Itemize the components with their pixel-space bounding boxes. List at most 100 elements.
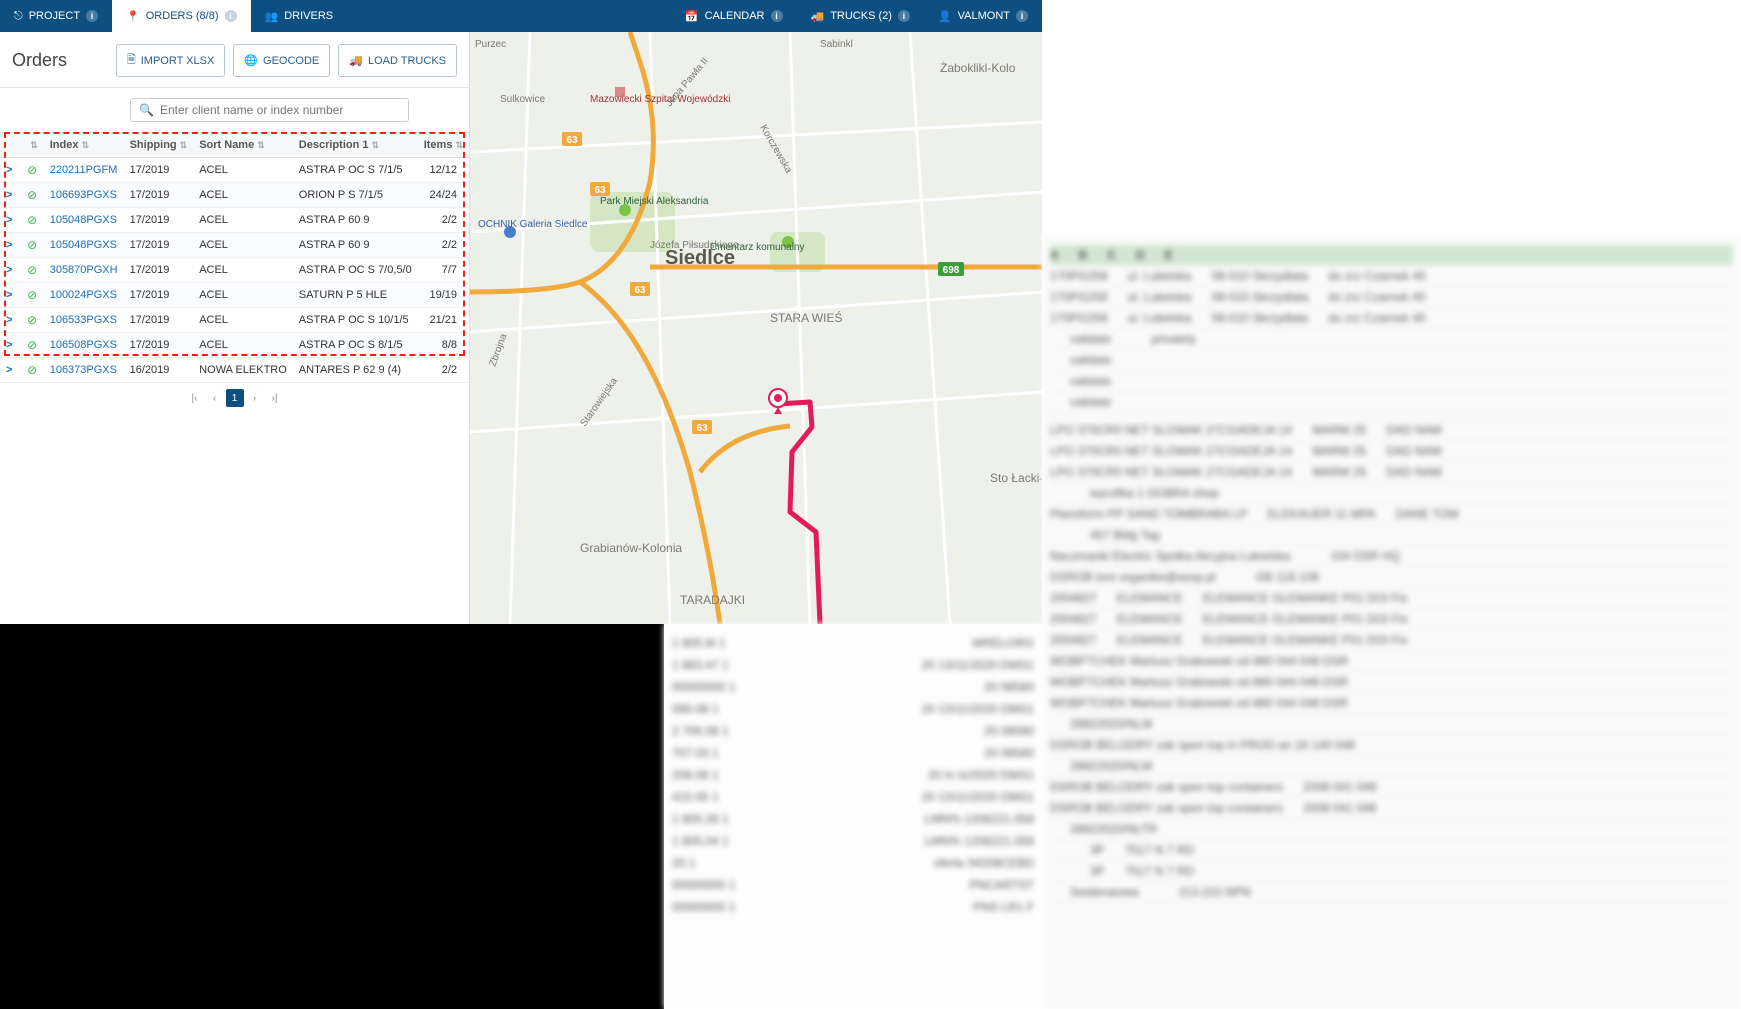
order-index-link[interactable]: 106373PGXS — [50, 364, 117, 376]
top-nav: ⎋ PROJECT i 📍 ORDERS (8/8) i 👥 DRIVERS 📅… — [0, 0, 1042, 32]
nav-project[interactable]: ⎋ PROJECT i — [0, 0, 112, 32]
app-window: ⎋ PROJECT i 📍 ORDERS (8/8) i 👥 DRIVERS 📅… — [0, 0, 1042, 624]
nav-trucks[interactable]: 🚚 TRUCKS (2) i — [797, 0, 924, 32]
nav-valmont[interactable]: 👤 VALMONT i — [924, 0, 1042, 32]
sort-icon: ⇅ — [180, 140, 188, 150]
import-label: IMPORT XLSX — [141, 55, 215, 67]
nav-orders[interactable]: 📍 ORDERS (8/8) i — [112, 0, 250, 32]
sort-icon: ⇅ — [371, 140, 379, 150]
cell-description: ORION P S 7/1/5 — [293, 183, 418, 208]
map-label: TARADAJKI — [680, 593, 745, 607]
import-xlsx-button[interactable]: 🗎IMPORT XLSX — [116, 44, 225, 77]
status-ok-icon: ⊘ — [27, 263, 37, 277]
status-ok-icon: ⊘ — [27, 213, 37, 227]
table-row[interactable]: >⊘106508PGXS17/2019ACELASTRA P OC S 8/1/… — [0, 333, 469, 358]
table-row[interactable]: >⊘106533PGXS17/2019ACELASTRA P OC S 10/1… — [0, 308, 469, 333]
cell-description: ASTRA P OC S 10/1/5 — [293, 308, 418, 333]
order-index-link[interactable]: 105048PGXS — [50, 214, 117, 226]
cell-shipping: 17/2019 — [124, 333, 194, 358]
page-last-button[interactable]: ›| — [266, 389, 284, 407]
col-index[interactable]: Index⇅ — [44, 133, 124, 158]
road-badge-63: 63 — [634, 285, 646, 296]
col-items[interactable]: Items⇅ — [418, 133, 469, 158]
nav-calendar-label: CALENDAR — [705, 10, 765, 22]
table-row[interactable]: >⊘220211PGFM17/2019ACELASTRA P OC S 7/1/… — [0, 158, 469, 183]
status-ok-icon: ⊘ — [27, 288, 37, 302]
table-row[interactable]: >⊘106693PGXS17/2019ACELORION P S 7/1/524… — [0, 183, 469, 208]
table-row[interactable]: >⊘305870PGXH17/2019ACELASTRA P OC S 7/0,… — [0, 258, 469, 283]
expand-icon[interactable]: > — [6, 314, 12, 326]
page-title: Orders — [12, 50, 67, 71]
order-index-link[interactable]: 106508PGXS — [50, 339, 117, 351]
cell-sortname: ACEL — [193, 158, 293, 183]
geocode-button[interactable]: 🌐GEOCODE — [233, 44, 330, 77]
page-prev-button[interactable]: ‹ — [206, 389, 224, 407]
cell-shipping: 17/2019 — [124, 233, 194, 258]
col-shipping[interactable]: Shipping⇅ — [124, 133, 194, 158]
info-icon: i — [86, 10, 98, 22]
sort-icon[interactable]: ⇅ — [30, 140, 38, 150]
order-index-link[interactable]: 106693PGXS — [50, 189, 117, 201]
search-input[interactable] — [160, 103, 400, 117]
expand-icon[interactable]: > — [6, 214, 12, 226]
nav-calendar[interactable]: 📅 CALENDAR i — [671, 0, 797, 32]
order-index-link[interactable]: 305870PGXH — [50, 264, 118, 276]
col-sortname[interactable]: Sort Name⇅ — [193, 133, 293, 158]
expand-icon[interactable]: > — [6, 239, 12, 251]
cell-items: 2/2 — [418, 358, 469, 383]
page-1-button[interactable]: 1 — [226, 389, 244, 407]
truck-icon: 🚚 — [349, 54, 363, 67]
expand-icon[interactable]: > — [6, 164, 12, 176]
pin-icon: 📍 — [126, 10, 140, 23]
cell-sortname: ACEL — [193, 333, 293, 358]
share-icon: ⎋ — [14, 10, 23, 23]
background-list: 1 805.M 1WRELORG 1 883.47 120 13/11/2020… — [664, 624, 1042, 1009]
nav-drivers[interactable]: 👥 DRIVERS — [251, 0, 348, 32]
order-index-link[interactable]: 100024PGXS — [50, 289, 117, 301]
expand-icon[interactable]: > — [6, 339, 12, 351]
order-index-link[interactable]: 220211PGFM — [50, 164, 118, 176]
panel-header: Orders 🗎IMPORT XLSX 🌐GEOCODE 🚚LOAD TRUCK… — [0, 32, 469, 88]
orders-panel: Orders 🗎IMPORT XLSX 🌐GEOCODE 🚚LOAD TRUCK… — [0, 32, 470, 624]
order-index-link[interactable]: 106533PGXS — [50, 314, 117, 326]
map-street: Korczewska — [757, 123, 794, 176]
nav-drivers-label: DRIVERS — [284, 10, 333, 22]
info-icon: i — [898, 10, 910, 22]
cell-items: 7/7 — [418, 258, 469, 283]
expand-icon[interactable]: > — [6, 364, 12, 376]
status-ok-icon: ⊘ — [27, 363, 37, 377]
black-region — [0, 624, 664, 1009]
nav-orders-label: ORDERS (8/8) — [146, 10, 219, 22]
search-row: 🔍 — [0, 88, 469, 133]
road-badge-698: 698 — [943, 265, 960, 276]
info-icon: i — [771, 10, 783, 22]
cell-items: 24/24 — [418, 183, 469, 208]
cell-description: ASTRA P 60 9 — [293, 233, 418, 258]
col-description[interactable]: Description 1⇅ — [293, 133, 418, 158]
nav-valmont-label: VALMONT — [958, 10, 1010, 22]
background-sheet: ABCDE 170PG258ul. Lubelska08-010 Skrzydl… — [1042, 235, 1741, 1009]
expand-icon[interactable]: > — [6, 264, 12, 276]
expand-icon[interactable]: > — [6, 189, 12, 201]
cell-shipping: 17/2019 — [124, 308, 194, 333]
status-ok-icon: ⊘ — [27, 338, 37, 352]
search-wrap[interactable]: 🔍 — [130, 98, 409, 122]
expand-icon[interactable]: > — [6, 289, 12, 301]
page-first-button[interactable]: |‹ — [186, 389, 204, 407]
table-wrap: ⇅ Index⇅ Shipping⇅ Sort Name⇅ Descriptio… — [0, 133, 469, 417]
map-label: Sulkowice — [500, 94, 545, 105]
load-trucks-button[interactable]: 🚚LOAD TRUCKS — [338, 44, 457, 77]
search-icon: 🔍 — [139, 103, 154, 117]
page-next-button[interactable]: › — [246, 389, 264, 407]
table-row[interactable]: >⊘105048PGXS17/2019ACELASTRA P 60 92/2 — [0, 208, 469, 233]
table-row[interactable]: >⊘100024PGXS17/2019ACELSATURN P 5 HLE19/… — [0, 283, 469, 308]
cell-shipping: 17/2019 — [124, 283, 194, 308]
map-panel[interactable]: 698 63 63 63 63 Siedlce — [470, 32, 1042, 624]
cell-sortname: ACEL — [193, 283, 293, 308]
road-badge-63: 63 — [566, 135, 578, 146]
cell-sortname: NOWA ELEKTRO — [193, 358, 293, 383]
cell-sortname: ACEL — [193, 258, 293, 283]
table-row[interactable]: >⊘105048PGXS17/2019ACELASTRA P 60 92/2 — [0, 233, 469, 258]
order-index-link[interactable]: 105048PGXS — [50, 239, 117, 251]
table-row[interactable]: >⊘106373PGXS16/2019NOWA ELEKTROANTARES P… — [0, 358, 469, 383]
